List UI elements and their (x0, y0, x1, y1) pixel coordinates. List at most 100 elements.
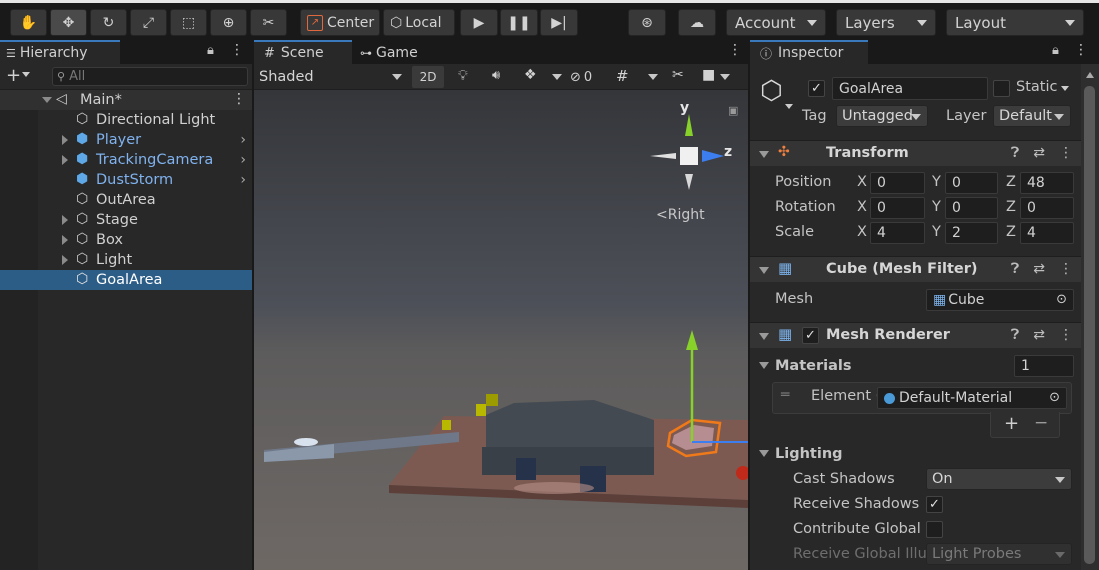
scale-tool-button[interactable]: ⤢ (130, 9, 167, 36)
contribute-global-checkbox[interactable] (926, 521, 943, 538)
scrollbar-thumb[interactable] (1084, 86, 1095, 564)
scale-z-field[interactable]: 4 (1020, 222, 1074, 244)
list-item[interactable]: ⬡ Directional Light (0, 110, 252, 130)
add-element-button[interactable]: + (1004, 413, 1019, 434)
orientation-left-cone[interactable] (650, 153, 676, 159)
chevron-down-icon[interactable] (552, 74, 562, 80)
list-item[interactable]: ⬡ OutArea (0, 190, 252, 210)
preset-icon[interactable]: ⇄ (1033, 261, 1045, 277)
help-icon[interactable]: ❓︎ (1011, 327, 1019, 343)
step-button[interactable]: ▶| (540, 9, 578, 36)
draw-mode-dropdown[interactable]: Shaded (256, 66, 404, 88)
tab-game[interactable]: ⊶ Game (354, 40, 444, 64)
list-item[interactable]: ⬡ Stage (0, 210, 252, 230)
rotation-z-field[interactable]: 0 (1020, 197, 1074, 219)
list-item-selected[interactable]: ⬡ GoalArea (0, 270, 252, 290)
transform-header[interactable]: ✣ Transform ❓︎ ⇄ ⋮ (750, 140, 1081, 166)
gizmo-y-arrow[interactable] (686, 330, 698, 350)
hand-tool-button[interactable]: ✋ (10, 9, 47, 36)
custom-tool-button[interactable]: ✂ (250, 9, 287, 36)
orientation-y-cone[interactable] (685, 114, 693, 136)
mesh-renderer-enabled-checkbox[interactable]: ✓ (802, 327, 819, 344)
add-icon[interactable]: + (6, 65, 21, 86)
lock-icon[interactable]: ▣ (728, 104, 738, 117)
toggle-2d-button[interactable]: 2D (412, 66, 444, 88)
chevron-down-icon[interactable] (1061, 86, 1069, 91)
layers-dropdown[interactable]: Layers (836, 9, 936, 36)
transform-tool-button[interactable]: ⊕ (210, 9, 247, 36)
more-options-icon[interactable]: ⋮ (1074, 42, 1088, 58)
effects-toggle-icon[interactable]: ❖ (524, 67, 537, 83)
chevron-right-icon[interactable]: › (240, 172, 246, 188)
object-picker-icon[interactable]: ⊙ (1056, 292, 1067, 307)
more-options-icon[interactable]: ⋮ (1059, 145, 1073, 161)
inspector-scrollbar[interactable] (1081, 64, 1099, 570)
rotation-x-field[interactable]: 0 (870, 197, 925, 219)
lighting-toggle-icon[interactable]: 💡︎ (458, 68, 468, 84)
scale-x-field[interactable]: 4 (870, 222, 925, 244)
object-name-input[interactable]: GoalArea (832, 77, 988, 100)
tab-hierarchy[interactable]: ☰ Hierarchy (0, 40, 120, 64)
list-item[interactable]: ⬡ Box (0, 230, 252, 250)
camera-icon[interactable]: ■ (702, 67, 715, 83)
mesh-filter-header[interactable]: ▦ Cube (Mesh Filter) ❓︎ ⇄ ⋮ (750, 256, 1081, 282)
tab-scene[interactable]: # Scene (254, 40, 352, 64)
mesh-object-field[interactable]: ▦ Cube ⊙ (926, 289, 1074, 311)
help-icon[interactable]: ❓︎ (1011, 261, 1019, 277)
orientation-z-cone[interactable] (702, 150, 724, 162)
mesh-renderer-header[interactable]: ▦ ✓ Mesh Renderer ❓︎ ⇄ ⋮ (750, 322, 1081, 348)
fold-open-icon[interactable] (759, 362, 769, 369)
preset-icon[interactable]: ⇄ (1033, 145, 1045, 161)
layer-dropdown[interactable]: Default (993, 105, 1071, 127)
more-options-icon[interactable]: ⋮ (232, 91, 246, 107)
position-y-field[interactable]: 0 (945, 172, 998, 194)
more-options-icon[interactable]: ⋮ (230, 42, 244, 58)
cast-shadows-dropdown[interactable]: On (926, 468, 1072, 490)
chevron-down-icon[interactable] (648, 74, 658, 80)
tab-inspector[interactable]: ⓘ Inspector (750, 40, 868, 64)
drag-handle-icon[interactable]: ═ (781, 387, 789, 403)
orientation-center-cube[interactable] (680, 147, 698, 165)
remove-element-button[interactable]: − (1034, 413, 1048, 433)
rect-tool-button[interactable]: ⬚ (170, 9, 207, 36)
hierarchy-scene-row[interactable]: ◁ Main* ⋮ (0, 90, 252, 110)
view-orientation-label[interactable]: <Right (656, 207, 705, 223)
account-dropdown[interactable]: Account (726, 9, 826, 36)
scene-viewport[interactable]: ▣ y z <Right (254, 90, 748, 570)
fold-closed-icon[interactable] (62, 235, 68, 245)
pause-button[interactable]: ❚❚ (500, 9, 538, 36)
chevron-down-icon[interactable] (785, 104, 793, 109)
hidden-objects-toggle[interactable]: ⊘ 0 (570, 66, 608, 88)
move-tool-button[interactable]: ✥ (50, 9, 87, 36)
active-checkbox[interactable]: ✓ (808, 80, 825, 97)
orientation-down-cone[interactable] (685, 174, 693, 190)
fold-open-icon[interactable] (42, 97, 52, 103)
chevron-right-icon[interactable]: › (240, 152, 246, 168)
static-checkbox[interactable] (993, 80, 1010, 97)
more-options-icon[interactable]: ⋮ (728, 42, 742, 58)
rotation-y-field[interactable]: 0 (945, 197, 998, 219)
collab-button[interactable]: ⊛ (628, 9, 666, 36)
more-options-icon[interactable]: ⋮ (1059, 327, 1073, 343)
chevron-down-icon[interactable] (22, 72, 30, 77)
help-icon[interactable]: ❓︎ (1011, 145, 1019, 161)
preset-icon[interactable]: ⇄ (1033, 327, 1045, 343)
rotate-tool-button[interactable]: ↻ (90, 9, 127, 36)
tools-icon[interactable]: ✂ (672, 67, 684, 83)
scroll-up-icon[interactable] (1086, 72, 1094, 78)
fold-closed-icon[interactable] (62, 255, 68, 265)
grid-toggle-icon[interactable]: # (616, 67, 629, 85)
audio-toggle-icon[interactable]: 🔊︎ (492, 68, 500, 83)
materials-count-field[interactable]: 1 (1014, 355, 1074, 377)
hierarchy-search-input[interactable]: ⚲ All (52, 67, 248, 86)
receive-shadows-checkbox[interactable]: ✓ (926, 496, 943, 513)
play-button[interactable]: ▶ (460, 9, 498, 36)
tag-dropdown[interactable]: Untagged (836, 105, 928, 127)
scale-y-field[interactable]: 2 (945, 222, 998, 244)
fold-open-icon[interactable] (759, 151, 769, 158)
list-item[interactable]: ⬢ TrackingCamera › (0, 150, 252, 170)
pivot-space-button[interactable]: ⬡ Local (383, 9, 455, 36)
layout-dropdown[interactable]: Layout (946, 9, 1084, 36)
fold-closed-icon[interactable] (62, 155, 68, 165)
more-options-icon[interactable]: ⋮ (1059, 261, 1073, 277)
